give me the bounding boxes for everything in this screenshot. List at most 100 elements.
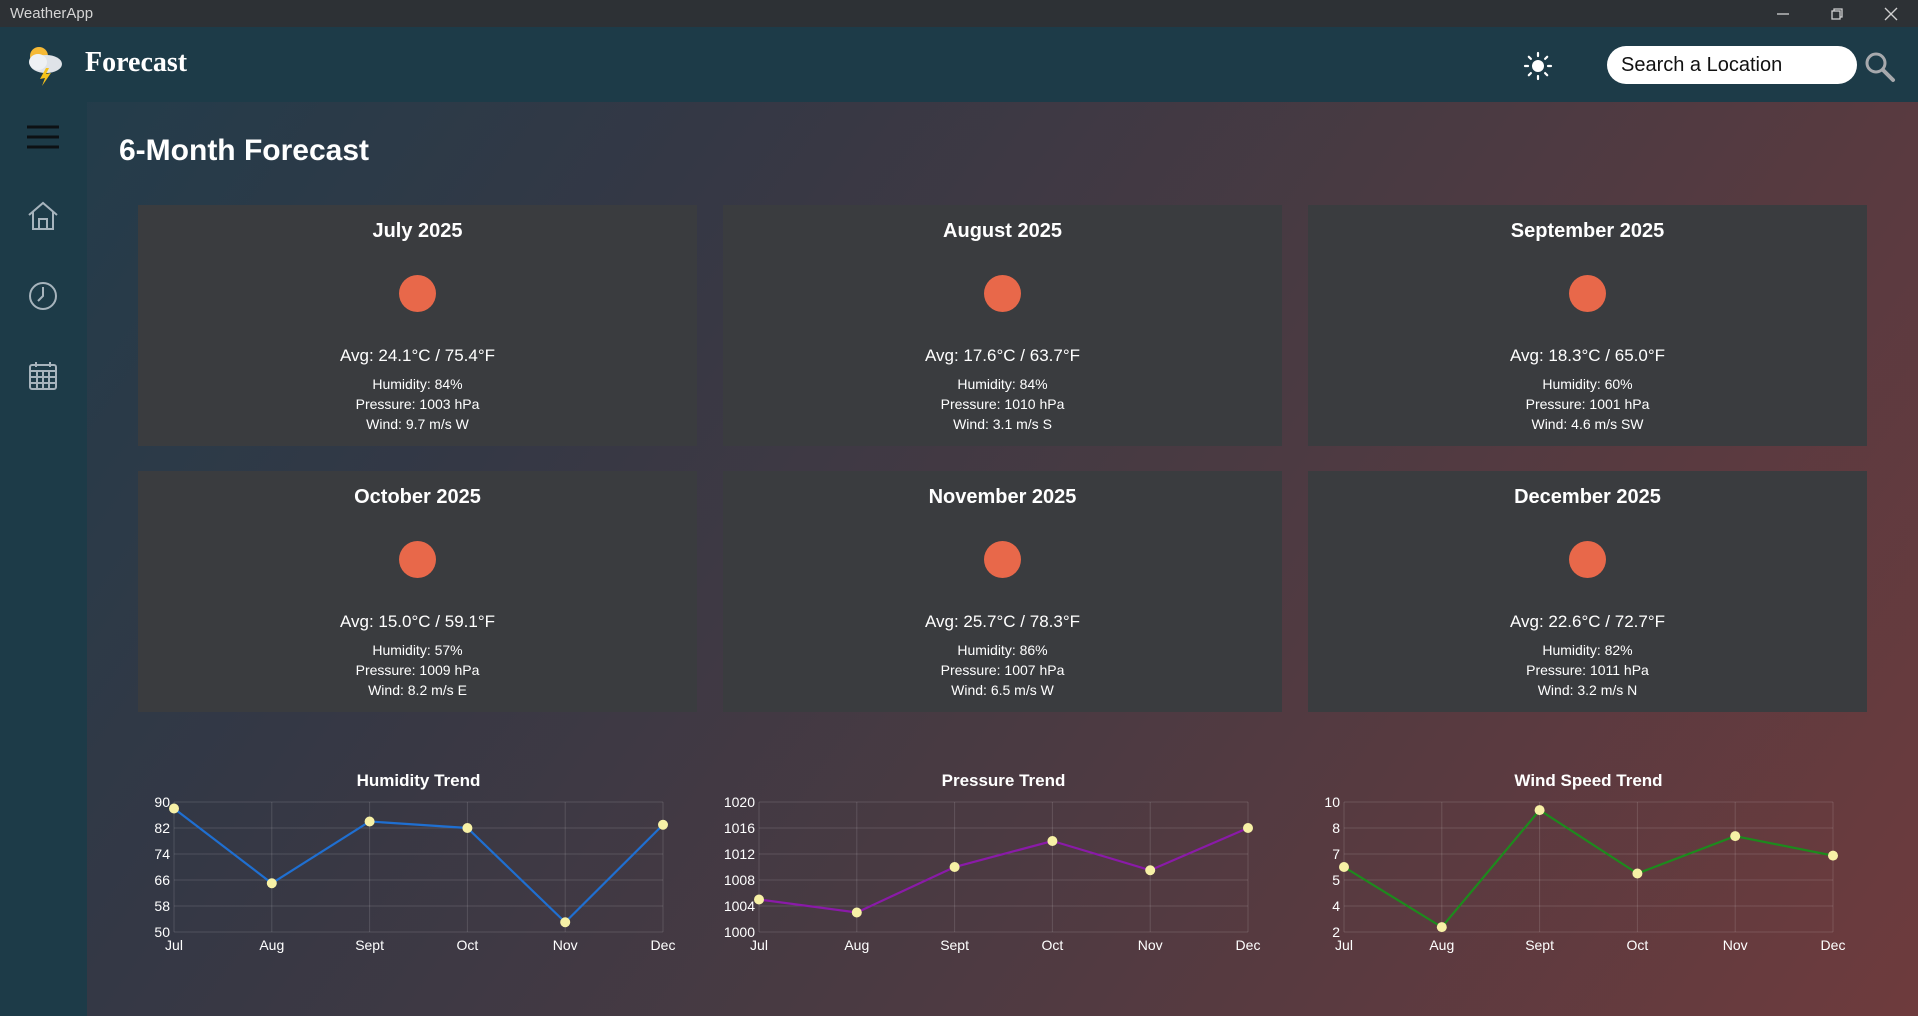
sun-icon [984,275,1021,312]
sidebar-item-history[interactable] [22,275,64,317]
data-point [1436,922,1447,933]
data-point [754,894,764,905]
avg-temperature: Avg: 17.6°C / 63.7°F [924,346,1081,365]
y-tick-label: 1004 [724,898,755,914]
humidity-value: Humidity: 82% [1542,642,1633,658]
data-point [1730,831,1741,842]
forecast-cards: July 2025 Avg: 24.1°C / 75.4°F Humidity:… [138,205,1868,713]
data-point [1047,836,1058,846]
wind-speed-trend-svg: Wind Speed Trend2457810Jul Aug Sept Oct Nov D… [1324,771,1846,953]
pressure-value: Pressure: 1011 hPa [1526,662,1649,678]
pressure-value: Pressure: 1003 hPa [355,396,480,412]
x-tick-label: Nov [1723,937,1748,953]
app-header: Forecast [0,27,1918,102]
y-tick-label: 1008 [724,872,755,888]
sidebar-item-calendar[interactable] [22,355,64,397]
pressure-trend-chart: Pressure Trend 1000 1004 1008 1012 1016 1020 Ju… [723,760,1263,965]
humidity-value: Humidity: 60% [1542,376,1633,392]
data-point [1632,868,1643,879]
x-tick-label: Aug [844,937,869,953]
data-point [364,816,375,827]
wind-value: Wind: 3.1 m/s S [953,416,1052,432]
sun-icon [1569,541,1606,578]
x-tick-label: Dec [1821,937,1846,953]
sun-icon [984,541,1021,578]
window-title: WeatherApp [10,5,94,22]
theme-toggle-sun-icon[interactable] [1523,51,1553,81]
avg-temperature: Avg: 25.7°C / 78.3°F [924,612,1081,631]
humidity-value: Humidity: 84% [372,376,463,392]
menu-button[interactable] [22,116,64,158]
x-tick-label: Oct [1042,937,1064,953]
series-line [173,807,664,924]
wind-value: Wind: 9.7 m/s W [366,416,469,432]
month-title: December 2025 [1514,486,1661,508]
wind-value: Wind: 3.2 m/s N [1537,682,1638,698]
search-input[interactable] [1607,46,1857,84]
wind-value: Wind: 4.6 m/s SW [1531,416,1644,432]
wind-value: Wind: 6.5 m/s W [951,682,1054,698]
x-tick-label: Sept [355,937,384,953]
pressure-trend-svg: Pressure Trend100010041008101210161020Ju… [724,771,1261,953]
y-tick-label: 1016 [724,820,755,836]
data-point [658,819,668,830]
calendar-icon [29,362,57,390]
y-tick-label: 1020 [724,794,755,810]
month-card[interactable]: October 2025 Avg: 15.0°C / 59.1°F Humidi… [138,471,697,712]
sun-icon [399,541,436,578]
y-tick-label: 90 [154,794,170,810]
data-point [169,803,179,814]
y-tick-label: 4 [1332,898,1340,914]
data-point [1534,805,1545,816]
x-tick-label: Jul [165,937,183,953]
month-title: November 2025 [928,486,1077,508]
sun-icon [399,275,436,312]
chart-title: Humidity Trend [357,771,481,790]
home-icon [28,201,58,230]
clock-icon [29,282,57,310]
wind-speed-trend-chart: Wind Speed Trend 2 4 5 7 8 10 Jul Aug Sept Oct Nov D… [1308,760,1848,965]
restore-button[interactable] [1810,0,1864,27]
month-card[interactable]: July 2025 Avg: 24.1°C / 75.4°F Humidity:… [138,205,697,446]
humidity-value: Humidity: 86% [957,642,1048,658]
y-tick-label: 1012 [724,846,755,862]
data-point [266,878,277,889]
month-card[interactable]: November 2025 Avg: 25.7°C / 78.3°F Humid… [723,471,1282,712]
data-point [949,862,960,872]
sidebar-item-home[interactable] [22,195,64,237]
x-tick-label: Sept [940,937,969,953]
y-tick-label: 66 [154,872,170,888]
month-card[interactable]: August 2025 Avg: 17.6°C / 63.7°F Humidit… [723,205,1282,446]
y-tick-label: 7 [1332,846,1340,862]
close-icon [1884,7,1898,20]
month-title: October 2025 [354,486,481,508]
pressure-value: Pressure: 1010 hPa [940,396,1065,412]
data-point [1243,823,1253,833]
minimize-icon [1777,12,1789,15]
restore-icon [1831,7,1843,20]
x-tick-label: Oct [457,937,479,953]
app-brand-title: Forecast [85,47,188,78]
close-button[interactable] [1864,0,1918,27]
month-title: July 2025 [372,220,463,242]
x-tick-label: Aug [259,937,284,953]
data-point [851,907,862,918]
y-tick-label: 74 [154,846,170,862]
avg-temperature: Avg: 22.6°C / 72.7°F [1509,612,1666,631]
minimize-button[interactable] [1756,0,1810,27]
storm-cloud-logo-icon [29,47,62,86]
wind-value: Wind: 8.2 m/s E [368,682,467,698]
month-card[interactable]: December 2025 Avg: 22.6°C / 72.7°F Humid… [1308,471,1867,712]
search-icon[interactable] [1864,51,1896,83]
data-point [1828,850,1838,861]
data-point [560,917,571,928]
y-tick-label: 5 [1332,872,1340,888]
data-point [462,823,473,833]
avg-temperature: Avg: 15.0°C / 59.1°F [339,612,496,631]
pressure-value: Pressure: 1007 hPa [940,662,1065,678]
sun-icon [1569,275,1606,312]
pressure-value: Pressure: 1001 hPa [1525,396,1650,412]
month-card[interactable]: September 2025 Avg: 18.3°C / 65.0°F Humi… [1308,205,1867,446]
x-tick-label: Dec [651,937,676,953]
y-tick-label: 8 [1332,820,1340,836]
